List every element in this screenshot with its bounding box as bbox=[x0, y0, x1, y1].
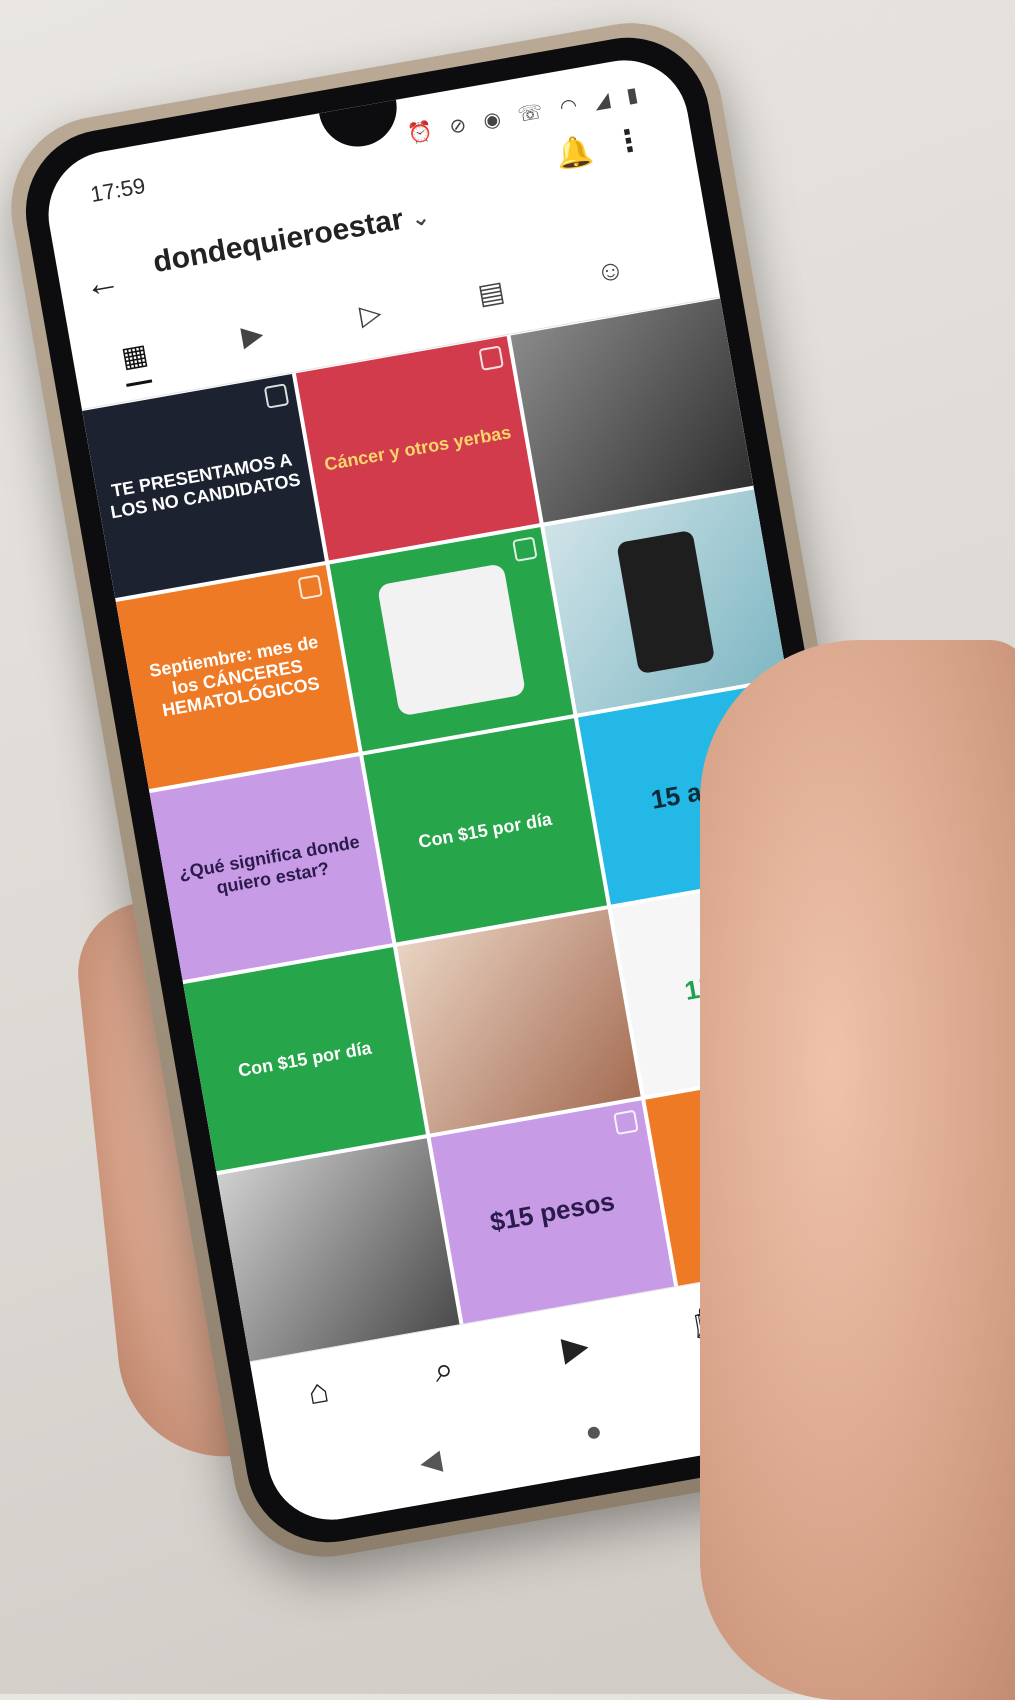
carousel-indicator-icon bbox=[511, 536, 538, 563]
reels-icon[interactable]: ▶ bbox=[559, 1326, 592, 1370]
post-text: ¿Qué significa donde quiero estar? bbox=[177, 831, 362, 898]
phone-graphic bbox=[616, 529, 715, 674]
post-tile-green-card[interactable] bbox=[329, 527, 573, 752]
tab-tagged-icon[interactable]: ☺ bbox=[593, 253, 627, 289]
bell-icon[interactable]: 🔔 bbox=[553, 133, 596, 174]
carousel-indicator-icon bbox=[478, 345, 504, 371]
post-tile-photo-bw[interactable] bbox=[510, 298, 754, 523]
status-time: 17:59 bbox=[88, 172, 148, 208]
system-home-icon[interactable]: ● bbox=[583, 1414, 605, 1448]
post-tile-cancer-yerbas[interactable]: Cáncer y otros yerbas bbox=[296, 336, 540, 561]
post-tile-15-por-dia[interactable]: Con $15 por día bbox=[363, 718, 607, 943]
tab-videos-icon[interactable]: ▷ bbox=[357, 296, 384, 332]
reel-indicator-icon bbox=[264, 383, 290, 409]
post-tile-15-por-dia-2[interactable]: Con $15 por día bbox=[183, 947, 427, 1172]
card-graphic bbox=[376, 562, 526, 716]
chevron-down-icon: ⌄ bbox=[409, 203, 432, 232]
post-tile-15-pesos[interactable]: $15 pesos bbox=[430, 1100, 675, 1325]
username-text: dondequieroestar bbox=[150, 202, 406, 280]
post-tile-family-photo[interactable] bbox=[216, 1138, 461, 1363]
post-tile-no-candidatos[interactable]: TE PRESENTAMOS A LOS NO CANDIDATOS bbox=[82, 373, 326, 599]
post-tile-phone-photo[interactable] bbox=[543, 489, 787, 714]
search-icon[interactable]: ⌕ bbox=[431, 1349, 457, 1391]
tab-grid-icon[interactable]: ▦ bbox=[118, 336, 153, 387]
post-text: $15 pesos bbox=[487, 1185, 617, 1238]
post-tile-canceres-hematologicos[interactable]: Septiembre: mes de los CÁNCERES HEMATOLÓ… bbox=[115, 564, 359, 790]
tab-reels-icon[interactable]: ▶ bbox=[239, 317, 266, 353]
carousel-indicator-icon bbox=[612, 1109, 639, 1136]
carousel-indicator-icon bbox=[297, 574, 324, 600]
post-text: TE PRESENTAMOS A LOS NO CANDIDATOS bbox=[108, 449, 302, 523]
post-text: Con $15 por día bbox=[416, 808, 554, 852]
post-tile-que-significa[interactable]: ¿Qué significa donde quiero estar? bbox=[149, 756, 393, 981]
post-text: Cáncer y otros yerbas bbox=[322, 421, 513, 475]
post-tile-hug-photo[interactable] bbox=[397, 909, 641, 1134]
post-text: Con $15 por día bbox=[236, 1037, 373, 1081]
profile-username[interactable]: dondequieroestar ⌄ bbox=[151, 198, 432, 280]
right-hand bbox=[700, 640, 1015, 1700]
tab-guides-icon[interactable]: ▤ bbox=[475, 274, 507, 311]
system-back-icon[interactable]: ◀ bbox=[417, 1443, 444, 1479]
more-options-icon[interactable]: ⋮ bbox=[611, 122, 647, 162]
home-icon[interactable]: ⌂ bbox=[305, 1371, 332, 1413]
back-arrow-icon[interactable]: ← bbox=[81, 259, 124, 307]
post-text: Septiembre: mes de los CÁNCERES HEMATOLÓ… bbox=[147, 631, 322, 721]
